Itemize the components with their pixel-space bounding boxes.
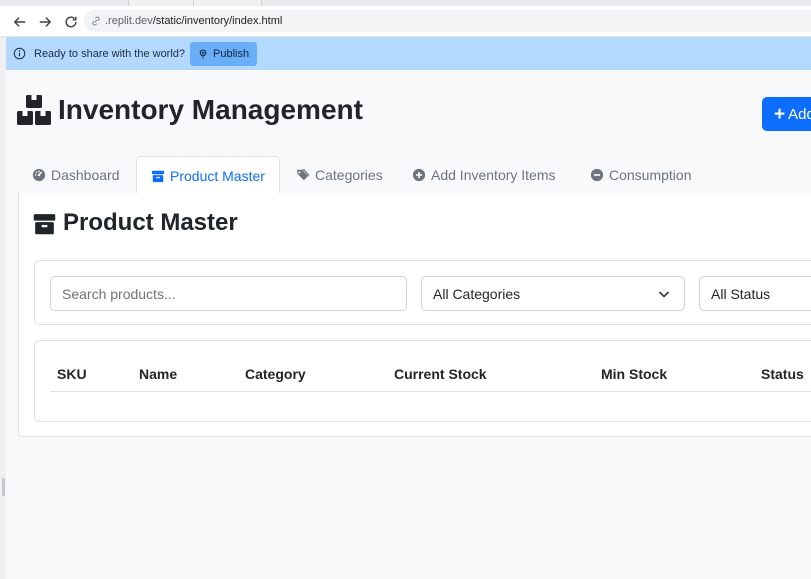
tab-label: Dashboard xyxy=(51,167,120,183)
reload-button[interactable] xyxy=(62,13,80,31)
status-select[interactable]: All Status xyxy=(699,276,811,311)
tab-label: Consumption xyxy=(609,167,692,183)
tab-add-inventory-items[interactable]: Add Inventory Items xyxy=(398,156,570,194)
tab-label: Product Master xyxy=(170,167,265,184)
plus-circle-icon xyxy=(412,168,426,182)
url-path: /static/inventory/index.html xyxy=(152,15,283,27)
publish-label: Publish xyxy=(213,47,250,60)
minus-circle-icon xyxy=(590,168,604,182)
tab-product-master[interactable]: Product Master xyxy=(136,156,280,195)
forward-button[interactable] xyxy=(36,13,54,31)
address-bar[interactable]: .replit.dev/static/inventory/index.html xyxy=(84,10,811,32)
table-header: SKU Name Category Current Stock Min Stoc… xyxy=(50,357,811,392)
product-master-panel: Product Master All Categories All Status… xyxy=(18,193,811,437)
infobar-message: Ready to share with the world? xyxy=(34,47,186,60)
main-tabs: Dashboard Product Master Categories Add … xyxy=(18,156,811,195)
publish-icon xyxy=(199,48,207,58)
column-header-min-stock[interactable]: Min Stock xyxy=(601,366,667,382)
add-button-label: Add xyxy=(788,105,811,123)
resize-handle[interactable] xyxy=(2,478,5,496)
box-icon xyxy=(151,170,165,182)
arrow-left-icon xyxy=(13,17,26,27)
page-title: Inventory Management xyxy=(17,94,363,126)
column-header-name[interactable]: Name xyxy=(139,366,177,382)
column-header-status[interactable]: Status xyxy=(761,366,804,382)
tab-label: Categories xyxy=(315,167,383,183)
publish-button[interactable]: Publish xyxy=(190,41,258,66)
products-table-card: SKU Name Category Current Stock Min Stoc… xyxy=(34,340,811,422)
chevron-down-icon xyxy=(658,291,670,298)
link-icon xyxy=(92,16,100,26)
add-product-button[interactable]: + Add xyxy=(762,97,811,131)
boxes-icon xyxy=(17,95,51,125)
left-edge xyxy=(0,37,6,579)
info-icon xyxy=(13,47,26,60)
back-button[interactable] xyxy=(11,13,29,31)
tab-dashboard[interactable]: Dashboard xyxy=(18,156,134,194)
panel-title: Product Master xyxy=(33,209,238,237)
column-header-category[interactable]: Category xyxy=(245,366,306,382)
category-select[interactable]: All Categories xyxy=(421,276,685,311)
tab-categories[interactable]: Categories xyxy=(282,156,397,194)
category-select-value: All Categories xyxy=(433,285,521,302)
panel-title-text: Product Master xyxy=(63,209,238,236)
reload-icon xyxy=(65,16,77,28)
tags-icon xyxy=(296,169,310,181)
dashboard-icon xyxy=(32,168,46,182)
browser-toolbar: .replit.dev/static/inventory/index.html xyxy=(0,6,811,37)
tab-consumption[interactable]: Consumption xyxy=(576,156,706,194)
column-header-sku[interactable]: SKU xyxy=(57,366,87,382)
plus-icon: + xyxy=(774,103,786,125)
filter-card: All Categories All Status xyxy=(34,260,811,325)
arrow-right-icon xyxy=(39,17,52,27)
column-header-current-stock[interactable]: Current Stock xyxy=(394,366,487,382)
status-select-value: All Status xyxy=(711,285,771,302)
url-host: .replit.dev xyxy=(105,15,153,27)
box-icon xyxy=(33,213,56,234)
search-input[interactable] xyxy=(50,276,407,311)
publish-infobar: Ready to share with the world? Publish xyxy=(6,37,811,70)
app-title-text: Inventory Management xyxy=(58,94,363,125)
tab-label: Add Inventory Items xyxy=(431,167,556,183)
